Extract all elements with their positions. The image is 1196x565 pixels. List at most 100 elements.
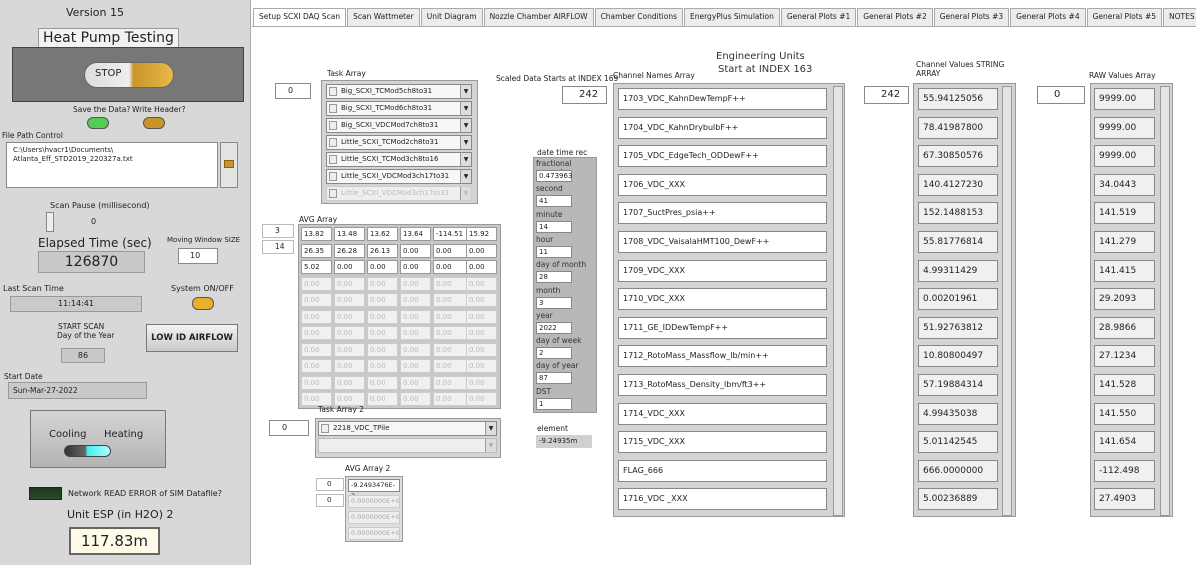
channel-name-item[interactable]: 1703_VDC_KahnDewTempF++: [618, 88, 827, 110]
start-date-label: Start Date: [4, 372, 43, 381]
channel-name-item[interactable]: 1715_VDC_XXX: [618, 431, 827, 454]
avg-array2-index2[interactable]: 0: [316, 494, 344, 507]
avg-array-cell: 0.00: [334, 342, 365, 357]
avg-array-cell: 0.00: [334, 260, 365, 274]
datetime-field-label: second: [536, 184, 563, 194]
file-path-control[interactable]: C:\Users\hvacr1\Documents\ Atlanta_Eff_S…: [6, 142, 218, 188]
channel-values-label1: Channel Values STRING: [916, 60, 1005, 69]
avg-array-cell: 0.00: [400, 359, 431, 373]
channel-value-item: 55.81776814: [918, 231, 998, 253]
tab-general-plots-4[interactable]: General Plots #4: [1010, 8, 1086, 26]
channel-name-item[interactable]: 1710_VDC_XXX: [618, 288, 827, 311]
tab-chamber-conditions[interactable]: Chamber Conditions: [594, 8, 683, 26]
tab-notes[interactable]: NOTES: [1163, 8, 1196, 26]
dropdown-arrow-icon: ▼: [485, 439, 496, 452]
avg-array-cell: 0.00: [400, 293, 431, 307]
tab-general-plots-5[interactable]: General Plots #5: [1086, 8, 1163, 26]
channel-value-item: 4.99311429: [918, 259, 998, 282]
channel-names-scrollbar[interactable]: [833, 86, 843, 516]
channel-name-item[interactable]: 1713_RotoMass_Density_lbm/ft3++: [618, 374, 827, 396]
version-label: Version 15: [66, 6, 124, 19]
browse-folder-button[interactable]: [220, 142, 238, 188]
datetime-field-label: month: [536, 285, 561, 295]
datetime-field-value: 41: [536, 195, 572, 208]
channel-name-item[interactable]: 1704_VDC_KahnDrybulbF++: [618, 116, 827, 139]
dropdown-arrow-icon[interactable]: ▼: [485, 422, 496, 435]
avg-array-cell: 26.35: [301, 243, 332, 258]
channel-name-item[interactable]: 1705_VDC_EdgeTech_ODDewF++: [618, 145, 827, 168]
channel-values-index[interactable]: 242: [864, 86, 909, 104]
channel-name-item[interactable]: 1711_GE_IDDewTempF++: [618, 316, 827, 339]
channel-values-scrollbar[interactable]: [1002, 86, 1012, 516]
dropdown-arrow-icon[interactable]: ▼: [460, 187, 471, 200]
tab-general-plots-1[interactable]: General Plots #1: [780, 8, 857, 26]
avg-array-cell: 0.00: [466, 309, 497, 324]
tab-energyplus[interactable]: EnergyPlus Simulation: [684, 8, 780, 26]
avg-array-cell: 0.00: [466, 359, 497, 373]
avg-array2-index1[interactable]: 0: [316, 478, 344, 491]
avg-array-cell: 0.00: [367, 359, 398, 373]
channel-name-item[interactable]: 1716_VDC _XXX: [618, 488, 827, 511]
task-array-item[interactable]: Big_SCXI_VDCMod7ch8to31 ▼: [326, 118, 472, 133]
dropdown-arrow-icon[interactable]: ▼: [460, 170, 471, 183]
cooling-heating-switch[interactable]: Cooling Heating: [30, 410, 166, 468]
task-array-index[interactable]: 0: [275, 83, 311, 99]
tab-unit-diagram[interactable]: Unit Diagram: [420, 8, 483, 26]
task-array-item[interactable]: Big_SCXI_TCMod6ch8to31 ▼: [326, 101, 472, 116]
raw-values-index[interactable]: 0: [1037, 86, 1085, 104]
avg-array-cell: 0.00: [301, 375, 332, 390]
indicator-icon: [329, 121, 337, 130]
channel-name-item[interactable]: 1714_VDC_XXX: [618, 402, 827, 425]
dropdown-arrow-icon[interactable]: ▼: [460, 85, 471, 98]
raw-values-scrollbar[interactable]: [1160, 86, 1170, 516]
avg-array-cell: 0.00: [466, 260, 497, 274]
task-array2-indicator-icon: [321, 424, 329, 433]
moving-window-input[interactable]: 10: [178, 248, 218, 264]
avg-array-cell: 0.00: [334, 359, 365, 373]
left-control-panel: Version 15 Heat Pump Testing STOP Save t…: [0, 0, 251, 565]
dropdown-arrow-icon[interactable]: ▼: [460, 136, 471, 149]
avg-array-index1[interactable]: 3: [262, 224, 294, 238]
avg-array-cell: 0.00: [301, 326, 332, 340]
avg-array-cell: 26.28: [334, 243, 365, 258]
system-onoff-toggle[interactable]: [192, 297, 214, 310]
avg-array-cell: 0.00: [367, 326, 398, 340]
scaled-data-index[interactable]: 242: [562, 86, 607, 104]
channel-names-label: Channel Names Array: [613, 71, 695, 80]
scan-pause-knob[interactable]: [46, 212, 54, 232]
dropdown-arrow-icon[interactable]: ▼: [460, 102, 471, 115]
tab-general-plots-3[interactable]: General Plots #3: [933, 8, 1010, 26]
avg-array-cell: 0.00: [400, 260, 431, 274]
task-array-item[interactable]: Big_SCXI_TCMod5ch8to31 ▼: [326, 84, 472, 99]
write-header-toggle[interactable]: [143, 117, 165, 129]
avg-array-cell: 13.82: [301, 227, 332, 241]
avg-array2-cell: 0.0000000E+0: [348, 527, 400, 540]
task-array-item[interactable]: Little_SCXI_VDCMod3ch17to31 ▼: [326, 169, 472, 184]
dropdown-arrow-icon[interactable]: ▼: [460, 153, 471, 166]
tab-setup-scxi[interactable]: Setup SCXI DAQ Scan: [253, 8, 347, 27]
channel-name-item[interactable]: 1708_VDC_VaisalaHMT100_DewF++: [618, 231, 827, 253]
indicator-icon: [329, 172, 337, 181]
task-array-item[interactable]: Little_SCXI_TCMod3ch8to16 ▼: [326, 152, 472, 167]
task-array-item[interactable]: Little_SCXI_VDCMod3ch17to31 ▼: [326, 186, 472, 201]
channel-value-item: 5.00236889: [918, 488, 998, 511]
task-array-item[interactable]: Little_SCXI_TCMod2ch8to31 ▼: [326, 135, 472, 150]
avg-array2-index2-value: 0: [327, 496, 332, 504]
save-data-toggle[interactable]: [87, 117, 109, 129]
channel-name-item[interactable]: FLAG_666: [618, 459, 827, 482]
task-array2-index[interactable]: 0: [269, 420, 309, 436]
channel-name-item[interactable]: 1707_SuctPres_psia++: [618, 202, 827, 225]
avg-array-cell: 0.00: [367, 260, 398, 274]
tab-general-plots-2[interactable]: General Plots #2: [857, 8, 933, 26]
channel-name-item[interactable]: 1706_VDC_XXX: [618, 173, 827, 196]
task-array2-empty-slot: ▼: [318, 438, 497, 453]
avg-array-index2[interactable]: 14: [262, 240, 294, 254]
channel-value-item: 140.4127230: [918, 173, 998, 196]
channel-name-item[interactable]: 1712_RotoMass_Massflow_lb/min++: [618, 345, 827, 368]
mode-toggle-knob[interactable]: [64, 445, 111, 457]
dropdown-arrow-icon[interactable]: ▼: [460, 119, 471, 132]
task-array2-selector[interactable]: 2218_VDC_TPile ▼: [318, 421, 497, 436]
tab-scan-wattmeter[interactable]: Scan Wattmeter: [347, 8, 420, 26]
channel-name-item[interactable]: 1709_VDC_XXX: [618, 259, 827, 282]
tab-nozzle-chamber[interactable]: Nozzle Chamber AIRFLOW: [483, 8, 594, 26]
